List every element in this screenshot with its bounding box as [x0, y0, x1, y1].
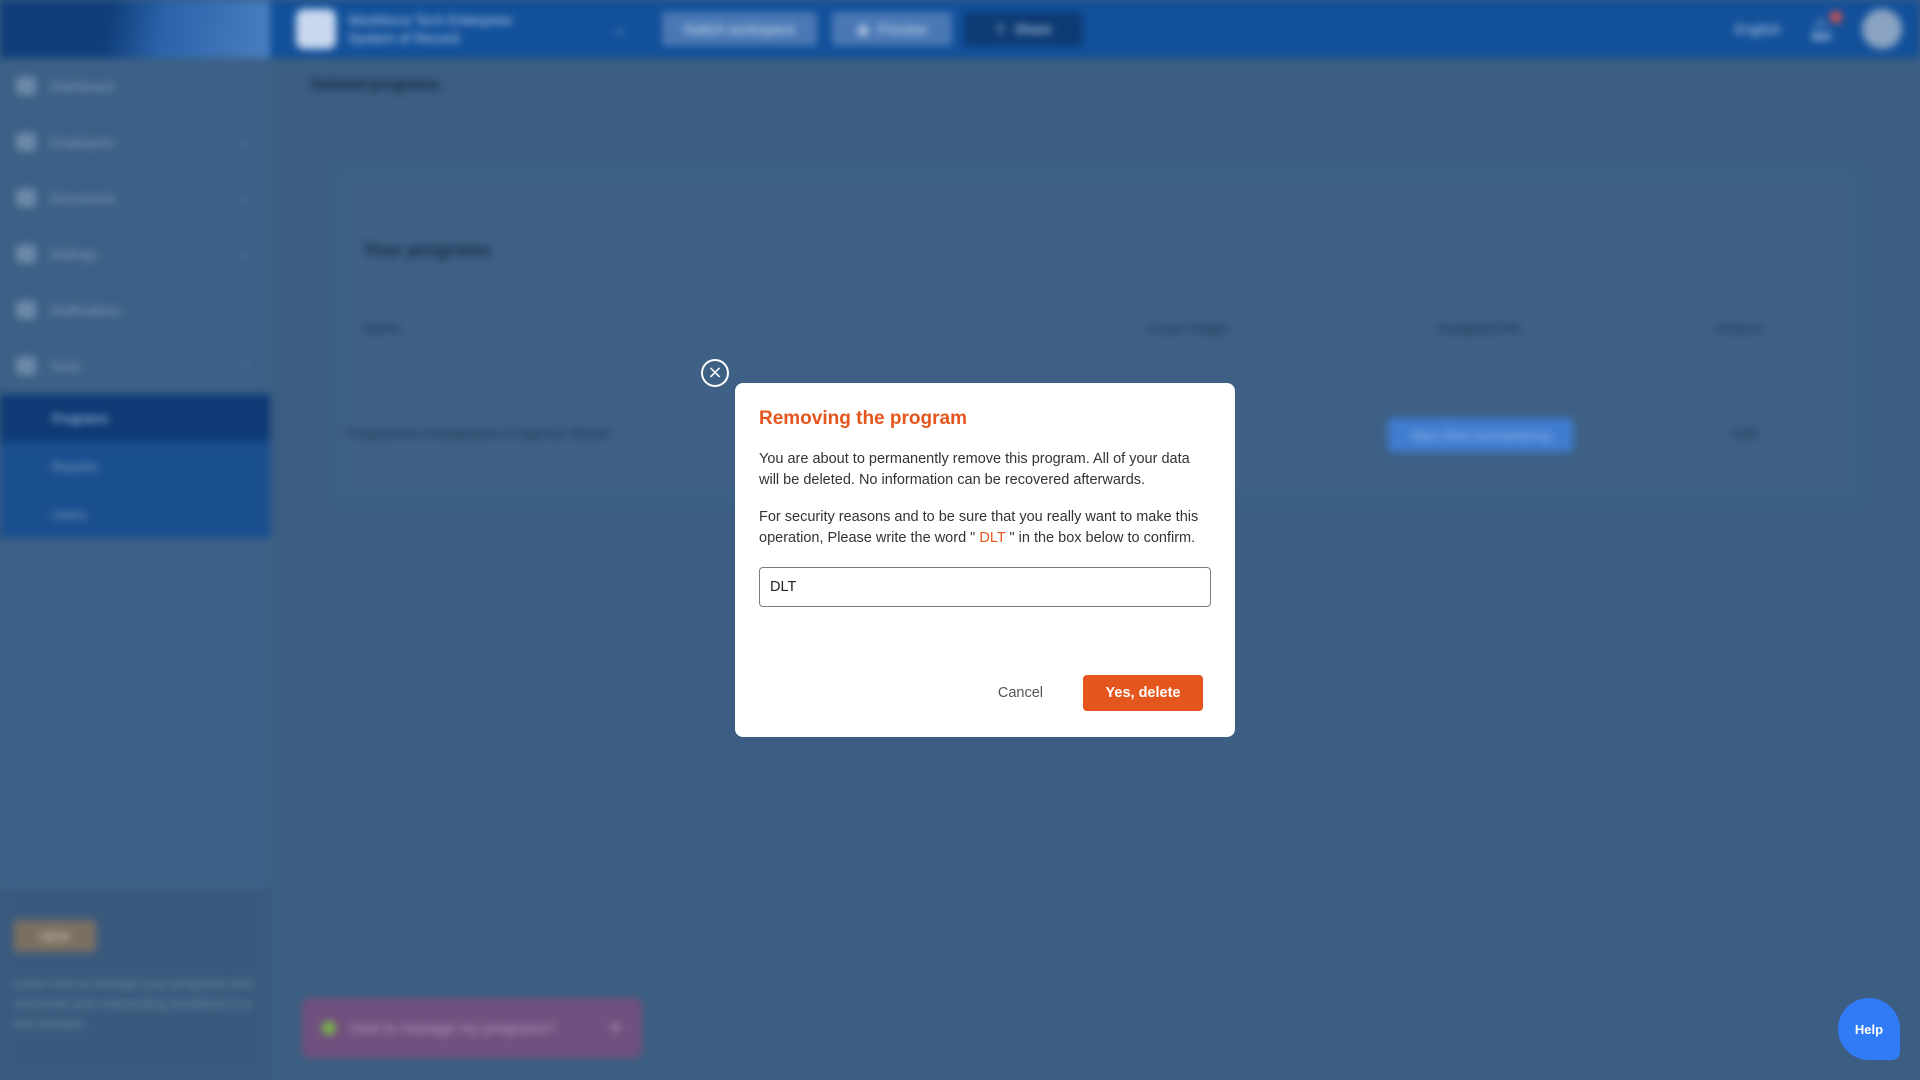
- dialog-warning-text: You are about to permanently remove this…: [759, 451, 1190, 488]
- sidebar-item-employees[interactable]: Employees ⌄: [0, 114, 270, 170]
- sidebar-item-settings[interactable]: Settings ⌄: [0, 226, 270, 282]
- megaphone-icon: [16, 301, 36, 319]
- home-icon: [16, 77, 36, 95]
- avatar[interactable]: [1862, 9, 1902, 49]
- column-header-cover: Cover image: [1148, 320, 1228, 336]
- promo-panel: NEW Learn how to manage your programs an…: [0, 890, 270, 1080]
- status-dot: [322, 1021, 336, 1035]
- guide-toast[interactable]: How to manage my programs? ✕: [302, 998, 642, 1058]
- notification-badge: [1830, 10, 1842, 23]
- column-header-actions: Actions: [1716, 320, 1762, 336]
- cancel-button[interactable]: Cancel: [982, 677, 1059, 709]
- sidebar-item-documents[interactable]: Documents ⌄: [0, 170, 270, 226]
- confirm-delete-button[interactable]: Yes, delete: [1083, 675, 1203, 711]
- toast-text: How to manage my programs?: [350, 1019, 556, 1037]
- help-button[interactable]: Help: [1838, 998, 1900, 1060]
- sidebar-item-tools[interactable]: Tools ⌃: [0, 338, 270, 394]
- dialog-title: Removing the program: [759, 408, 967, 429]
- language-selector[interactable]: English: [1735, 21, 1781, 37]
- gear-icon: [16, 245, 36, 263]
- chevron-down-icon: ⌄: [613, 20, 625, 37]
- chevron-up-icon: ⌃: [239, 359, 250, 373]
- preview-button[interactable]: ◉ Preview: [832, 12, 952, 46]
- chevron-down-icon: ⌄: [239, 135, 250, 149]
- switch-workspace-button[interactable]: Switch workspace: [662, 12, 817, 46]
- program-name: Programme d'intégration à l'agence Brist…: [346, 425, 609, 441]
- tools-icon: [16, 357, 36, 375]
- page-title: Deleted programs: [312, 76, 440, 93]
- eye-icon: ◉: [856, 20, 870, 37]
- org-switcher[interactable]: Workforce Tech Enterprise System of Reco…: [290, 8, 635, 50]
- share-button[interactable]: ⇪ Share: [964, 12, 1082, 46]
- sidebar-subitem-users[interactable]: Users: [0, 490, 270, 538]
- confirm-word-input[interactable]: [759, 567, 1211, 607]
- sidebar-subitem-programs[interactable]: Programs: [0, 394, 270, 442]
- org-name: Workforce Tech Enterprise: [348, 12, 513, 28]
- users-icon: [16, 133, 36, 151]
- column-header-name[interactable]: Name: [363, 320, 400, 336]
- sidebar-item-notifications[interactable]: Notifications: [0, 282, 270, 338]
- promo-text: Learn how to manage your programs and au…: [14, 976, 253, 1031]
- dialog-instruction-text: For security reasons and to be sure that…: [759, 509, 1199, 546]
- program-link-button[interactable]: https://link.example/prog: [1388, 418, 1573, 452]
- logo: [0, 0, 270, 58]
- sidebar-subitem-reports[interactable]: Reports: [0, 442, 270, 490]
- dialog-actions: Cancel Yes, delete: [982, 675, 1203, 711]
- sidebar: Dashboard Employees ⌄ Documents ⌄ Settings…: [0, 58, 270, 1080]
- close-icon[interactable]: ✕: [609, 1018, 622, 1038]
- confirm-word: DLT: [975, 530, 1010, 546]
- org-subtitle: System of Record: [348, 30, 460, 46]
- chevron-down-icon: ⌄: [239, 191, 250, 205]
- chevron-down-icon: ⌄: [239, 247, 250, 261]
- column-header-link: Assigned link: [1438, 320, 1521, 336]
- document-icon: [16, 189, 36, 207]
- card-title: Your programs: [363, 240, 491, 260]
- bell-icon[interactable]: 🔔︎: [1809, 10, 1842, 42]
- share-icon: ⇪: [994, 20, 1007, 37]
- row-action[interactable]: Edit: [1733, 425, 1757, 441]
- modal-close-button[interactable]: ×: [701, 359, 729, 387]
- new-badge: NEW: [14, 920, 96, 952]
- org-icon: [296, 9, 336, 49]
- sidebar-item-dashboard[interactable]: Dashboard: [0, 58, 270, 114]
- remove-program-dialog: Removing the program You are about to pe…: [735, 383, 1235, 737]
- top-bar: Workforce Tech Enterprise System of Reco…: [0, 0, 1920, 58]
